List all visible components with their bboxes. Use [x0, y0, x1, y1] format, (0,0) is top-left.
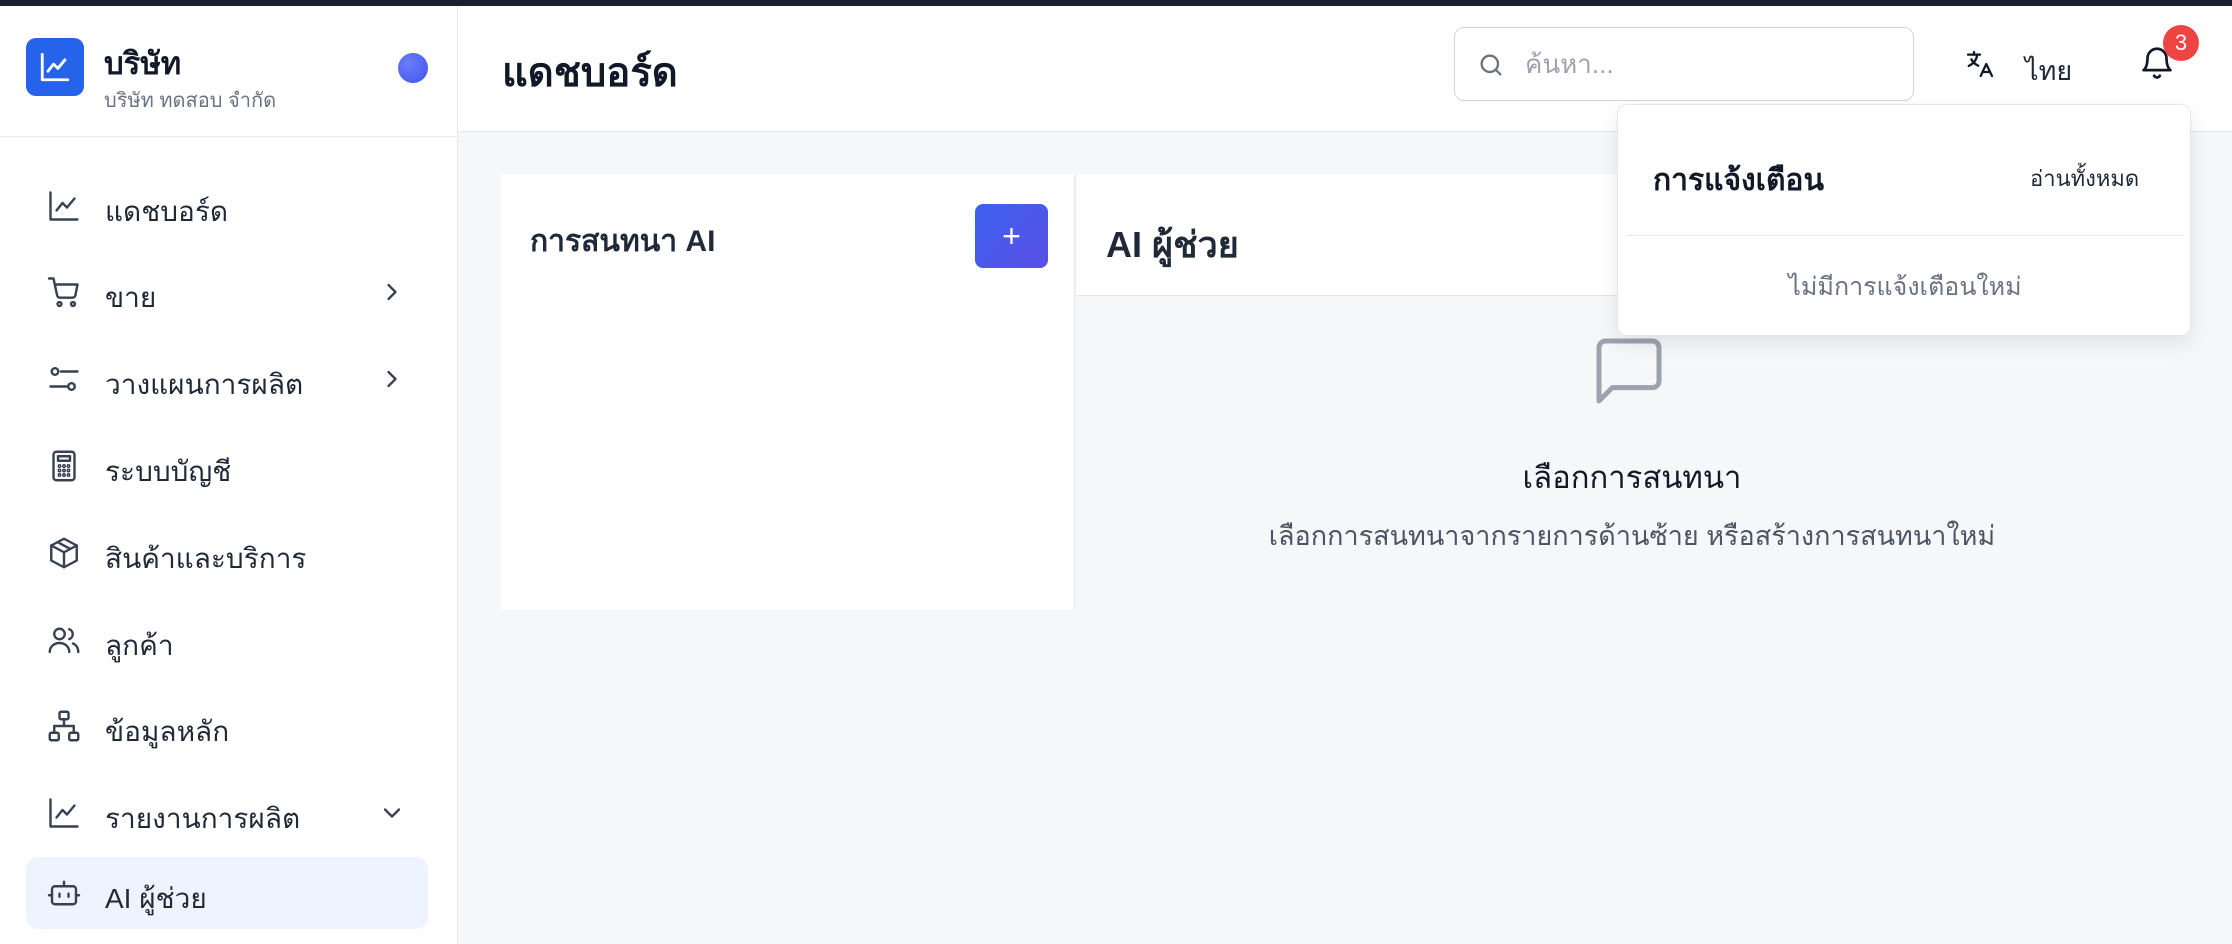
- sidebar-item-accounting[interactable]: ระบบบัญชี: [26, 430, 428, 502]
- new-conversation-button[interactable]: +: [975, 204, 1048, 268]
- message-square-icon: [1589, 331, 1669, 411]
- brand-subtitle: บริษัท ทดสอบ จำกัด: [104, 90, 277, 112]
- search-box[interactable]: [1454, 27, 1914, 101]
- notification-dropdown: การแจ้งเตือน อ่านทั้งหมด ไม่มีการแจ้งเตื…: [1617, 104, 2191, 336]
- translate-icon[interactable]: [1964, 48, 1996, 80]
- chart-line-icon: [46, 188, 82, 224]
- chevron-right-icon[interactable]: [378, 365, 406, 393]
- sidebar-item-ai-assistant[interactable]: AI ผู้ช่วย: [26, 857, 428, 929]
- conversation-list-title: การสนทนา AI: [530, 225, 716, 258]
- chat-title: AI ผู้ช่วย: [1106, 224, 1239, 265]
- chart-line-icon: [46, 795, 82, 831]
- brand-name: บริษัท: [104, 46, 182, 81]
- sidebar-item-production-planning[interactable]: วางแผนการผลิต: [26, 343, 428, 415]
- sidebar-item-label: AI ผู้ช่วย: [105, 883, 207, 914]
- sidebar-item-label: รายงานการผลิต: [105, 803, 301, 834]
- bot-icon: [46, 875, 82, 911]
- chevron-down-icon[interactable]: [378, 799, 406, 827]
- package-icon: [46, 535, 82, 571]
- notification-count-badge: 3: [2163, 25, 2199, 61]
- sidebar-item-customers[interactable]: ลูกค้า: [26, 604, 428, 676]
- sidebar-item-sales[interactable]: ขาย: [26, 256, 428, 328]
- divider: [1626, 235, 2184, 236]
- search-icon: [1477, 51, 1505, 79]
- notification-empty-message: ไม่มีการแจ้งเตือนใหม่: [1788, 273, 2022, 301]
- sidebar-item-label: สินค้าและบริการ: [105, 543, 307, 574]
- sidebar-item-dashboard[interactable]: แดชบอร์ด: [26, 170, 428, 242]
- sidebar-item-label: แดชบอร์ด: [105, 196, 229, 227]
- network-icon: [46, 708, 82, 744]
- empty-state-description: เลือกการสนทนาจากรายการด้านซ้าย หรือสร้าง…: [1268, 521, 1996, 551]
- sidebar-item-products-services[interactable]: สินค้าและบริการ: [26, 517, 428, 589]
- sidebar-item-label: ระบบบัญชี: [105, 456, 232, 487]
- sidebar-item-label: ลูกค้า: [105, 630, 174, 661]
- sidebar: บริษัท บริษัท ทดสอบ จำกัด แดชบอร์ด ขาย ว…: [0, 6, 458, 944]
- calculator-icon: [46, 448, 82, 484]
- search-input[interactable]: [1525, 42, 1895, 86]
- language-selector[interactable]: ไทย: [2025, 49, 2072, 92]
- conversation-list-panel: การสนทนา AI +: [501, 174, 1075, 610]
- sidebar-item-label: ข้อมูลหลัก: [105, 716, 230, 747]
- cart-icon: [46, 274, 82, 310]
- mark-all-read-button[interactable]: อ่านทั้งหมด: [2030, 161, 2139, 196]
- chevron-right-icon[interactable]: [378, 278, 406, 306]
- sliders-icon: [46, 361, 82, 397]
- empty-state-title: เลือกการสนทนา: [1522, 460, 1742, 495]
- brand-header: บริษัท บริษัท ทดสอบ จำกัด: [0, 6, 457, 137]
- sidebar-item-production-report[interactable]: รายงานการผลิต: [26, 777, 428, 849]
- sidebar-item-label: วางแผนการผลิต: [105, 369, 304, 400]
- users-icon: [46, 622, 82, 658]
- sidebar-item-label: ขาย: [105, 282, 157, 313]
- notification-title: การแจ้งเตือน: [1653, 164, 1824, 197]
- page-title: แดชบอร์ด: [502, 51, 678, 95]
- sidebar-item-master-data[interactable]: ข้อมูลหลัก: [26, 690, 428, 762]
- brand-logo-icon: [26, 38, 84, 96]
- status-dot[interactable]: [398, 53, 428, 83]
